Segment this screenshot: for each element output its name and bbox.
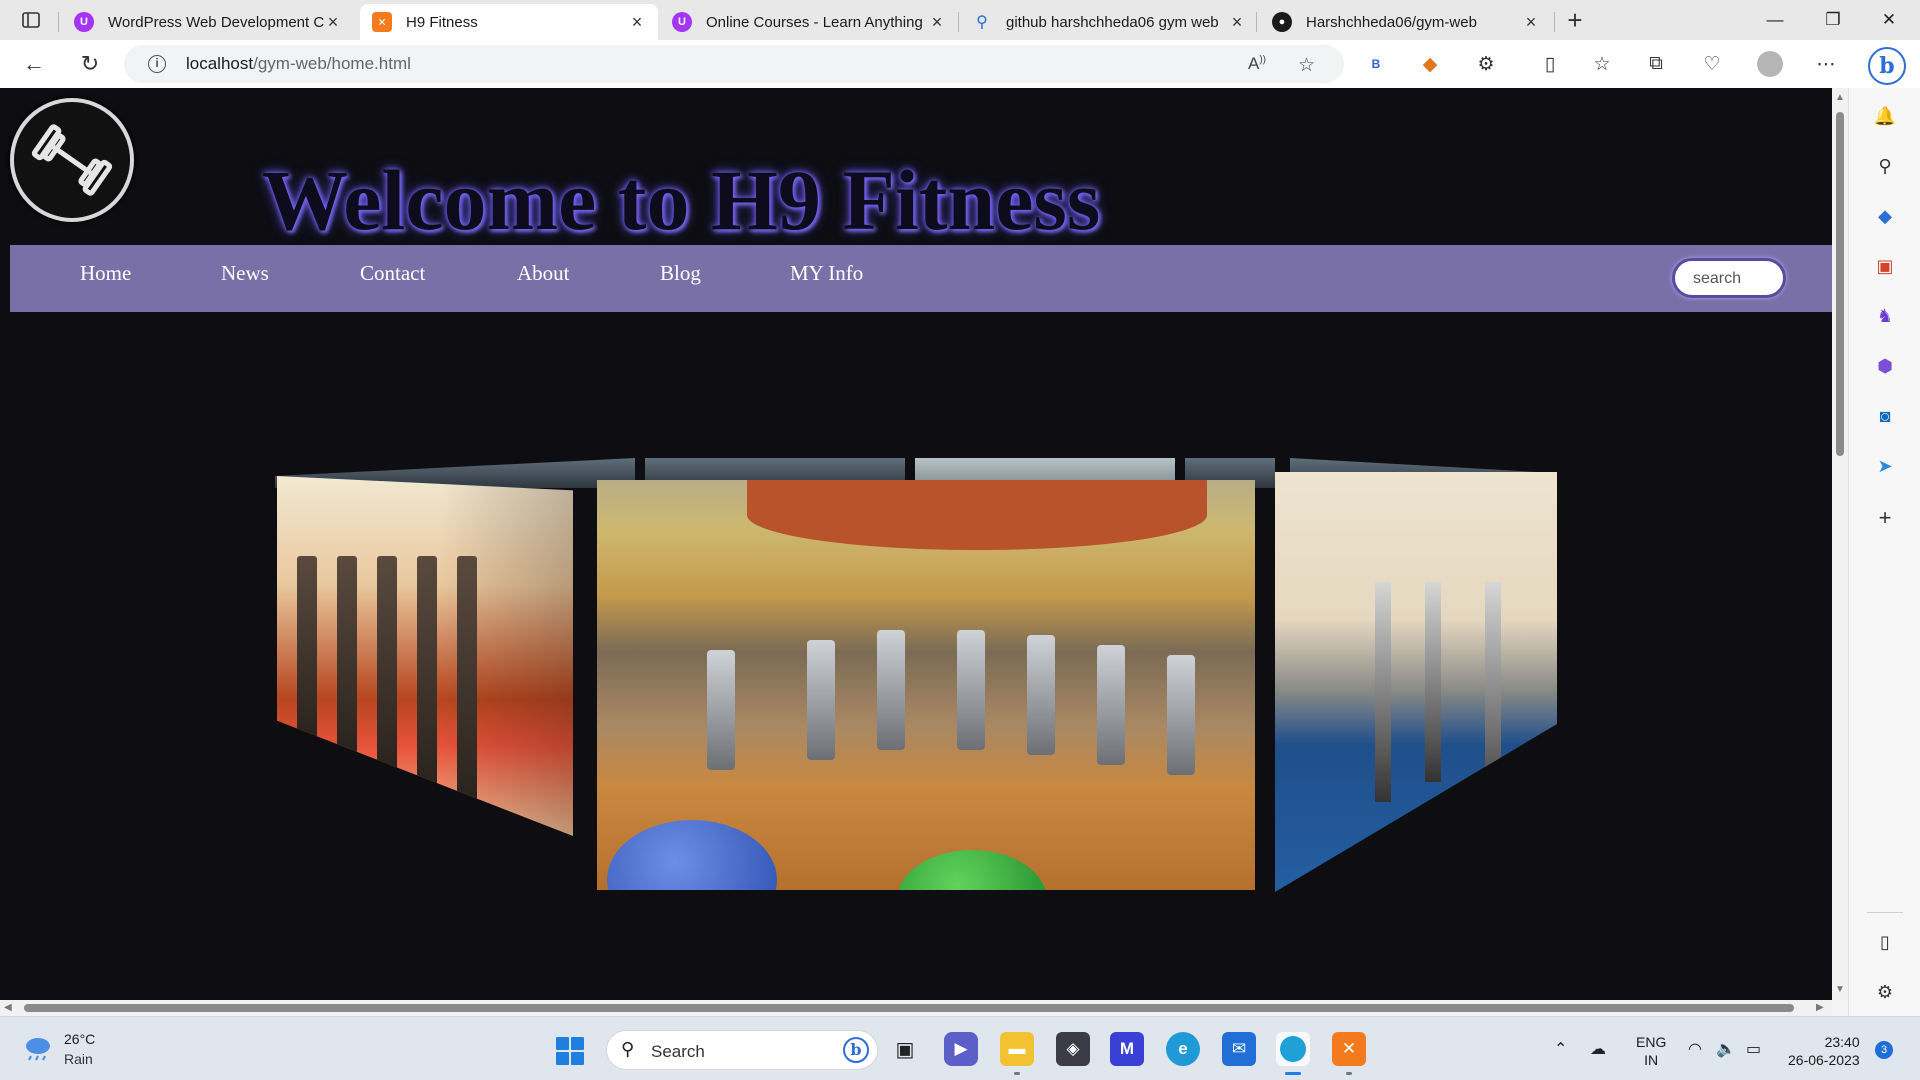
gym-photo-carousel[interactable] xyxy=(275,458,1557,898)
system-clock[interactable]: 23:40 26-06-2023 xyxy=(1788,1033,1860,1069)
vscode-icon[interactable]: M xyxy=(1110,1032,1144,1066)
gym-photo-right xyxy=(1275,472,1557,892)
metamask-icon[interactable]: ◆ xyxy=(1416,50,1444,78)
restore-button[interactable]: ❐ xyxy=(1810,6,1856,34)
nav-home[interactable]: Home xyxy=(80,261,131,286)
gear-icon[interactable]: ⚙ xyxy=(1873,980,1897,1004)
new-tab-button[interactable]: + xyxy=(1560,6,1590,36)
refresh-icon[interactable]: ↻ xyxy=(74,49,106,79)
gym-photo-left xyxy=(277,476,573,836)
chevron-up-icon[interactable]: ⌃ xyxy=(1554,1039,1567,1059)
nav-news[interactable]: News xyxy=(221,261,269,286)
tab-title: Harshchheda06/gym-web xyxy=(1306,13,1477,31)
wifi-icon[interactable]: ◠ xyxy=(1688,1039,1702,1059)
copilot-icon[interactable]: ⬢ xyxy=(1873,354,1897,378)
gym-photo-center xyxy=(597,480,1255,890)
close-tab-icon[interactable]: × xyxy=(928,12,946,33)
add-icon[interactable]: + xyxy=(1873,505,1897,530)
outlook-icon[interactable]: ◙ xyxy=(1873,404,1897,428)
nav-my-info[interactable]: MY Info xyxy=(790,261,863,286)
back-button[interactable]: ← xyxy=(18,49,50,79)
weather-condition[interactable]: Rain xyxy=(64,1051,93,1067)
close-tab-icon[interactable]: × xyxy=(1522,12,1540,33)
send-icon[interactable]: ➤ xyxy=(1873,454,1897,478)
tab-title: WordPress Web Development Co xyxy=(108,13,324,31)
page-viewport: Welcome to H9 Fitness Home News Contact … xyxy=(0,88,1832,1000)
notification-badge[interactable]: 3 xyxy=(1875,1041,1893,1059)
bell-icon[interactable]: 🔔 xyxy=(1873,104,1897,128)
tab-github-search[interactable]: ⚲ github harshchheda06 gym web × xyxy=(960,4,1258,40)
site-info-icon[interactable]: i xyxy=(148,55,166,73)
extensions-icon[interactable]: ⚙ xyxy=(1472,50,1500,78)
taskbar-search[interactable]: ⚲ Search b xyxy=(606,1030,878,1070)
edge-icon[interactable]: e xyxy=(1166,1032,1200,1066)
file-explorer-icon[interactable]: ▬ xyxy=(1000,1032,1034,1066)
sidebar-layout-icon[interactable]: ▯ xyxy=(1873,930,1897,954)
dumbbell-logo-icon xyxy=(10,98,134,222)
url-text[interactable]: localhost/gym-web/home.html xyxy=(186,54,411,74)
profile-avatar[interactable] xyxy=(1757,51,1783,77)
shopping-tag-icon[interactable]: ◆ xyxy=(1873,204,1897,228)
unity-icon[interactable]: ◈ xyxy=(1056,1032,1090,1066)
tab-actions-icon[interactable] xyxy=(14,8,48,32)
bing-copilot-button[interactable]: b xyxy=(1868,47,1906,85)
search-input[interactable]: search xyxy=(1672,258,1786,298)
weather-temperature[interactable]: 26°C xyxy=(64,1031,95,1047)
battery-icon[interactable]: ▭ xyxy=(1746,1039,1761,1059)
onedrive-icon[interactable]: ☁ xyxy=(1590,1039,1606,1059)
read-aloud-icon[interactable]: A)) xyxy=(1248,54,1266,74)
address-bar[interactable]: i localhost/gym-web/home.html A)) ☆ xyxy=(124,45,1344,83)
nav-blog[interactable]: Blog xyxy=(660,261,701,286)
language-indicator[interactable]: ENG IN xyxy=(1636,1033,1666,1069)
task-view-icon[interactable]: ▣ xyxy=(888,1032,922,1066)
udemy-icon: U xyxy=(672,12,692,32)
browser-tab-strip: U WordPress Web Development Co × ✕ H9 Fi… xyxy=(0,0,1920,40)
performance-icon[interactable]: ♡ xyxy=(1698,50,1726,78)
tab-wordpress-course[interactable]: U WordPress Web Development Co × xyxy=(62,4,354,40)
mail-icon[interactable]: ✉ xyxy=(1222,1032,1256,1066)
rain-cloud-icon[interactable] xyxy=(22,1035,54,1061)
minimize-button[interactable]: — xyxy=(1752,6,1798,34)
tab-github-repo[interactable]: ● Harshchheda06/gym-web × xyxy=(1260,4,1552,40)
search-icon: ⚲ xyxy=(976,14,988,31)
nav-contact[interactable]: Contact xyxy=(360,261,425,286)
nav-about[interactable]: About xyxy=(517,261,570,286)
bing-icon: b xyxy=(843,1037,869,1063)
xampp-icon: ✕ xyxy=(372,12,392,32)
tools-icon[interactable]: ▣ xyxy=(1873,254,1897,278)
edge-sidebar: 🔔 ⚲ ◆ ▣ ♞ ⬢ ◙ ➤ + ▯ ⚙ xyxy=(1848,88,1920,1016)
close-tab-icon[interactable]: × xyxy=(324,12,342,33)
tab-online-courses[interactable]: U Online Courses - Learn Anything × xyxy=(660,4,958,40)
close-tab-icon[interactable]: × xyxy=(628,12,646,33)
bitwarden-icon[interactable]: B xyxy=(1362,50,1390,78)
tab-title: github harshchheda06 gym web xyxy=(1006,13,1219,31)
vertical-scrollbar[interactable]: ▲ ▼ xyxy=(1832,88,1848,1000)
close-window-button[interactable]: ✕ xyxy=(1866,6,1912,34)
browser-toolbar: ← ↻ i localhost/gym-web/home.html A)) ☆ … xyxy=(0,40,1920,88)
edge-active-icon[interactable] xyxy=(1276,1032,1310,1066)
windows-taskbar: 26°C Rain ⚲ Search b ▣ ▶ ▬ ◈ M e ✉ ✕ ⌃ ☁… xyxy=(0,1016,1920,1080)
page-title: Welcome to H9 Fitness xyxy=(262,152,1101,248)
close-tab-icon[interactable]: × xyxy=(1228,12,1246,33)
horizontal-scrollbar[interactable]: ◀ ▶ xyxy=(0,1000,1832,1016)
favorites-icon[interactable]: ☆ xyxy=(1588,50,1616,78)
search-icon[interactable]: ⚲ xyxy=(1873,154,1897,178)
more-menu-icon[interactable]: ⋯ xyxy=(1812,50,1840,78)
tab-title: H9 Fitness xyxy=(406,13,478,31)
tab-title: Online Courses - Learn Anything xyxy=(706,13,923,31)
split-screen-icon[interactable]: ▯ xyxy=(1536,50,1564,78)
main-navbar: Home News Contact About Blog MY Info sea… xyxy=(10,245,1832,312)
tab-h9-fitness[interactable]: ✕ H9 Fitness × xyxy=(360,4,658,40)
xampp-icon[interactable]: ✕ xyxy=(1332,1032,1366,1066)
windows-start-icon[interactable] xyxy=(556,1037,584,1065)
github-icon: ● xyxy=(1272,12,1292,32)
collections-icon[interactable]: ⧉ xyxy=(1642,50,1670,78)
volume-icon[interactable]: 🔈 xyxy=(1716,1039,1736,1059)
udemy-icon: U xyxy=(74,12,94,32)
teams-chat-icon[interactable]: ▶ xyxy=(944,1032,978,1066)
search-icon: ⚲ xyxy=(621,1039,635,1059)
favorite-star-icon[interactable]: ☆ xyxy=(1298,54,1315,77)
games-icon[interactable]: ♞ xyxy=(1873,304,1897,328)
